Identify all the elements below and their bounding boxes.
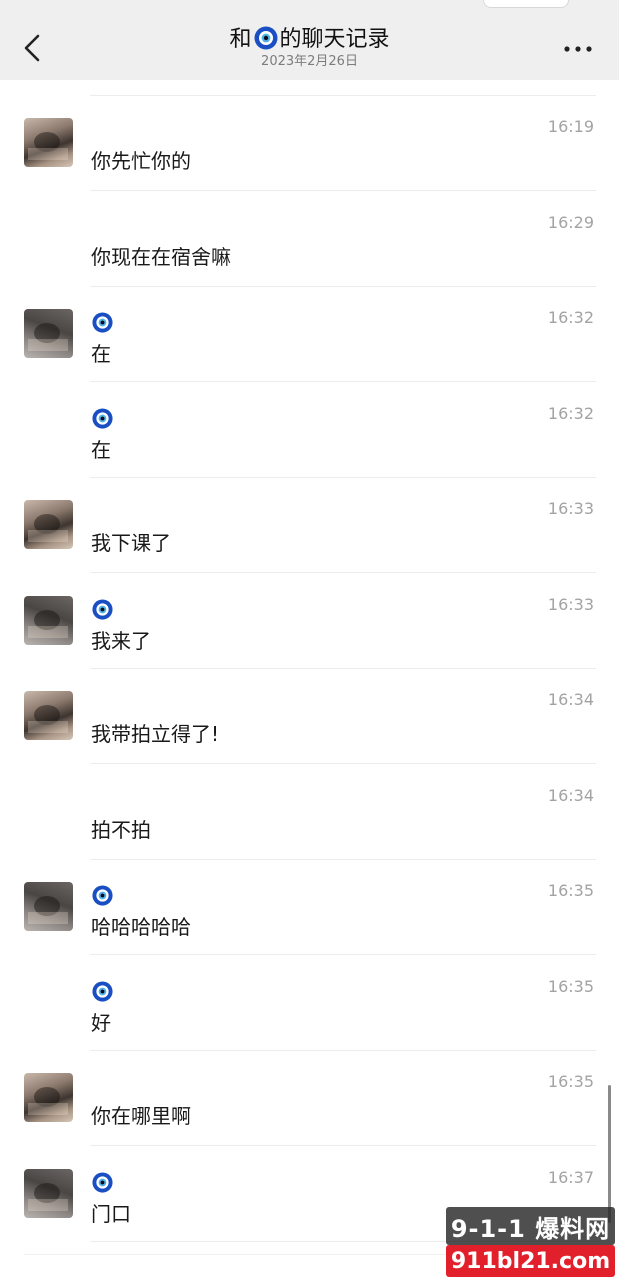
- message-row[interactable]: 16:29 你现在在宿舍嘛: [0, 192, 619, 287]
- message-time: 16:35: [547, 976, 594, 996]
- message-time: 16:35: [547, 1072, 594, 1091]
- message-time: 16:34: [547, 785, 594, 805]
- message-text: 你在哪里啊: [91, 1104, 191, 1128]
- avatar[interactable]: [24, 309, 73, 358]
- avatar[interactable]: [24, 500, 73, 549]
- evil-eye-icon: [92, 1171, 113, 1193]
- message-row[interactable]: 16:32 在: [0, 383, 619, 478]
- message-row[interactable]: 16:33 我下课了: [0, 478, 619, 573]
- message-row[interactable]: 16:34 拍不拍: [0, 765, 619, 860]
- message-text: 你现在在宿舍嘛: [91, 244, 231, 269]
- message-time: 16:35: [547, 881, 594, 900]
- status-pill: [483, 0, 569, 8]
- avatar[interactable]: [24, 882, 73, 931]
- header-title-group: 和 的聊天记录 2023年2月26日: [150, 26, 469, 70]
- message-time: 16:32: [547, 308, 594, 327]
- message-row[interactable]: 16:32 在: [0, 287, 619, 382]
- message-row[interactable]: 16:34 我带拍立得了!: [0, 669, 619, 764]
- message-time: 16:32: [547, 403, 594, 423]
- title-suffix: 的聊天记录: [279, 27, 390, 52]
- message-row[interactable]: 16:33 我来了: [0, 574, 619, 669]
- evil-eye-icon: [92, 407, 113, 429]
- message-time: 16:33: [547, 499, 594, 518]
- message-row[interactable]: 16:35 好: [0, 956, 619, 1051]
- chevron-left-icon[interactable]: [20, 32, 44, 64]
- evil-eye-icon: [92, 980, 113, 1002]
- evil-eye-icon: [92, 598, 113, 620]
- watermark-top: 9-1-1 爆料网: [446, 1207, 615, 1245]
- message-text: 你先忙你的: [91, 149, 191, 173]
- message-text: 在: [91, 342, 111, 366]
- message-text: 哈哈哈哈哈: [91, 915, 191, 939]
- evil-eye-icon: [254, 26, 277, 50]
- message-time: 16:33: [547, 594, 594, 614]
- message-text: 我来了: [91, 628, 151, 653]
- watermark-bottom: 911bl21.com: [446, 1245, 615, 1277]
- avatar[interactable]: [24, 691, 73, 740]
- avatar[interactable]: [24, 118, 73, 167]
- title-prefix: 和: [229, 27, 252, 52]
- chat-history-header: 和 的聊天记录 2023年2月26日: [0, 0, 619, 80]
- message-time: 16:34: [547, 690, 594, 709]
- message-time: 16:37: [547, 1167, 594, 1187]
- message-row[interactable]: 16:35 你在哪里啊: [0, 1051, 619, 1146]
- avatar[interactable]: [24, 1073, 73, 1122]
- message-time: 16:19: [547, 117, 594, 136]
- message-row[interactable]: 16:35 哈哈哈哈哈: [0, 860, 619, 955]
- message-time: 16:29: [547, 212, 594, 232]
- message-text: 在: [91, 437, 111, 462]
- avatar[interactable]: [24, 1168, 73, 1218]
- message-text: 好: [91, 1010, 111, 1035]
- page-title: 和 的聊天记录: [150, 26, 469, 54]
- evil-eye-icon: [92, 885, 113, 906]
- message-text: 门口: [91, 1201, 131, 1226]
- avatar[interactable]: [24, 595, 73, 645]
- message-text: 拍不拍: [91, 817, 151, 842]
- more-dots-icon[interactable]: [563, 44, 593, 54]
- scrollbar[interactable]: [608, 1085, 611, 1223]
- evil-eye-icon: [92, 312, 113, 333]
- header-date: 2023年2月26日: [261, 54, 358, 69]
- message-row[interactable]: 16:19 你先忙你的: [0, 96, 619, 191]
- message-text: 我下课了: [91, 531, 171, 555]
- message-text: 我带拍立得了!: [91, 722, 220, 746]
